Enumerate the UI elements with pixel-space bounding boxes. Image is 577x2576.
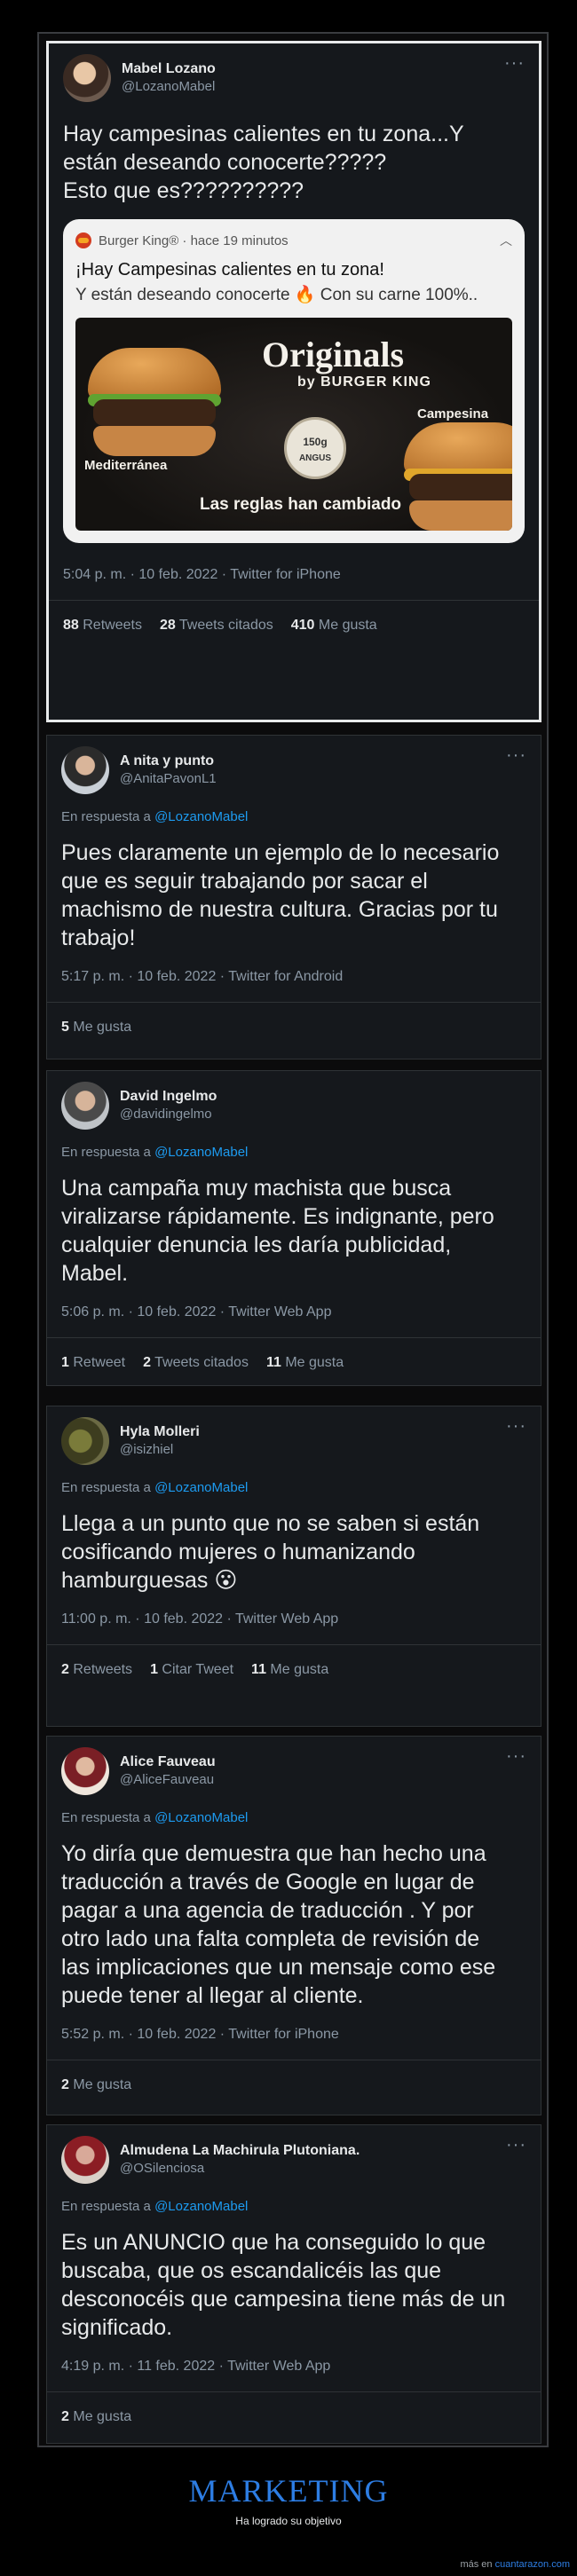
burger-right-image xyxy=(404,422,512,531)
tweet-stats: 88 Retweets 28 Tweets citados 410 Me gus… xyxy=(63,617,525,634)
reply-to-link[interactable]: @LozanoMabel xyxy=(154,809,248,824)
stat-likes[interactable]: 5 Me gusta xyxy=(61,1019,131,1036)
author-name[interactable]: David Ingelmo xyxy=(120,1088,526,1106)
more-options-icon[interactable]: ··· xyxy=(504,54,525,72)
ad-label-left: Mediterránea xyxy=(84,458,168,473)
site-link[interactable]: cuantarazon.com xyxy=(495,2559,570,2570)
notification-card: Burger King® · hace 19 minutos ︿ ¡Hay Ca… xyxy=(63,219,525,543)
reply-context: En respuesta a @LozanoMabel xyxy=(61,809,249,824)
tweet-reply[interactable]: Hyla Molleri @isizhiel ··· En respuesta … xyxy=(46,1406,541,1727)
page-title: MARKETING xyxy=(188,2473,389,2509)
tweet-text: Llega a un punto que no se saben si está… xyxy=(61,1511,480,1593)
tweet-meta[interactable]: 5:52 p. m. · 10 feb. 2022 · Twitter for … xyxy=(61,2026,526,2044)
reply-context: En respuesta a @LozanoMabel xyxy=(61,1810,249,1825)
reply-to-link[interactable]: @LozanoMabel xyxy=(154,2199,248,2214)
tweet-meta[interactable]: 11:00 p. m. · 10 feb. 2022 · Twitter Web… xyxy=(61,1611,526,1628)
site-credit: más en cuantarazon.com xyxy=(460,2559,570,2570)
author-handle[interactable]: @OSilenciosa xyxy=(120,2160,506,2178)
stat-likes[interactable]: 11 Me gusta xyxy=(251,1661,328,1679)
stat-retweets[interactable]: 1 Retweet xyxy=(61,1354,125,1372)
tweet-reply[interactable]: Alice Fauveau @AliceFauveau ··· En respu… xyxy=(46,1736,541,2115)
stat-likes[interactable]: 410 Me gusta xyxy=(291,617,377,634)
divider xyxy=(49,600,539,601)
notification-title: ¡Hay Campesinas calientes en tu zona! xyxy=(75,260,384,280)
avatar[interactable] xyxy=(61,2136,109,2184)
avatar[interactable] xyxy=(61,1082,109,1130)
more-options-icon[interactable]: ··· xyxy=(506,1747,526,1765)
burger-left-image xyxy=(88,348,221,472)
ad-brand: by BURGER KING xyxy=(297,374,431,390)
tweet-main[interactable]: Mabel Lozano @LozanoMabel ··· Hay campes… xyxy=(46,41,541,722)
more-options-icon[interactable]: ··· xyxy=(506,2136,526,2154)
tweet-stats: 1 Retweet 2 Tweets citados 11 Me gusta xyxy=(61,1354,526,1372)
notification-text: Y están deseando conocerte 🔥 Con su carn… xyxy=(75,286,478,304)
stat-quotes[interactable]: 2 Tweets citados xyxy=(143,1354,249,1372)
page-subtitle: Ha logrado su objetivo xyxy=(235,2515,342,2527)
author-handle[interactable]: @isizhiel xyxy=(120,1441,506,1459)
author-name[interactable]: Hyla Molleri xyxy=(120,1423,506,1441)
author-handle[interactable]: @davidingelmo xyxy=(120,1106,526,1123)
author-handle[interactable]: @AliceFauveau xyxy=(120,1771,506,1789)
tweet-text: Una campaña muy machista que busca viral… xyxy=(61,1176,494,1286)
thread-container: Mabel Lozano @LozanoMabel ··· Hay campes… xyxy=(37,32,549,2447)
stat-likes[interactable]: 11 Me gusta xyxy=(266,1354,344,1372)
author-name[interactable]: Mabel Lozano xyxy=(122,60,504,78)
ad-label-right: Campesina xyxy=(417,406,489,421)
tweet-stats: 2 Me gusta xyxy=(61,2408,526,2426)
divider xyxy=(47,1337,541,1338)
tweet-meta[interactable]: 5:17 p. m. · 10 feb. 2022 · Twitter for … xyxy=(61,968,526,986)
tweet-meta[interactable]: 5:04 p. m. · 10 feb. 2022 · Twitter for … xyxy=(63,566,525,584)
avatar[interactable] xyxy=(63,54,111,102)
author-handle[interactable]: @AnitaPavonL1 xyxy=(120,770,506,788)
avatar[interactable] xyxy=(61,1747,109,1795)
reply-context: En respuesta a @LozanoMabel xyxy=(61,1480,249,1495)
tweet-meta[interactable]: 5:06 p. m. · 10 feb. 2022 · Twitter Web … xyxy=(61,1304,526,1321)
tweet-stats: 2 Retweets 1 Citar Tweet 11 Me gusta xyxy=(61,1661,526,1679)
author-handle[interactable]: @LozanoMabel xyxy=(122,78,504,96)
angus-badge: 150g ANGUS xyxy=(284,417,346,479)
stat-retweets[interactable]: 2 Retweets xyxy=(61,1661,132,1679)
divider xyxy=(47,1002,541,1003)
tweet-reply[interactable]: A nita y punto @AnitaPavonL1 ··· En resp… xyxy=(46,735,541,1060)
tweet-text: Yo diría que demuestra que han hecho una… xyxy=(61,1841,496,2008)
divider xyxy=(47,2391,541,2392)
tweet-text: Es un ANUNCIO que ha conseguido lo que b… xyxy=(61,2230,506,2340)
chevron-up-icon: ︿ xyxy=(500,233,512,248)
author-name[interactable]: Alice Fauveau xyxy=(120,1753,506,1771)
burger-king-logo-icon xyxy=(75,232,91,248)
tweet-stats: 5 Me gusta xyxy=(61,1019,526,1036)
reply-to-link[interactable]: @LozanoMabel xyxy=(154,1480,248,1495)
divider xyxy=(47,1644,541,1645)
reply-to-link[interactable]: @LozanoMabel xyxy=(154,1145,248,1160)
stat-retweets[interactable]: 88 Retweets xyxy=(63,617,142,634)
avatar[interactable] xyxy=(61,1417,109,1465)
more-options-icon[interactable]: ··· xyxy=(506,746,526,764)
more-options-icon[interactable]: ··· xyxy=(506,1417,526,1435)
author-name[interactable]: Almudena La Machirula Plutoniana. xyxy=(120,2142,506,2160)
ad-image: Originals by BURGER KING 150g ANGUS Medi… xyxy=(75,318,512,531)
stat-quotes[interactable]: 1 Citar Tweet xyxy=(150,1661,233,1679)
stat-likes[interactable]: 2 Me gusta xyxy=(61,2408,131,2426)
reply-context: En respuesta a @LozanoMabel xyxy=(61,1145,249,1160)
tweet-text: Pues claramente un ejemplo de lo necesar… xyxy=(61,840,500,950)
author-name[interactable]: A nita y punto xyxy=(120,752,506,770)
stat-likes[interactable]: 2 Me gusta xyxy=(61,2076,131,2094)
reply-to-link[interactable]: @LozanoMabel xyxy=(154,1810,248,1825)
ad-title: Originals xyxy=(262,335,405,374)
ad-slogan: Las reglas han cambiado xyxy=(200,495,402,514)
tweet-meta[interactable]: 4:19 p. m. · 11 feb. 2022 · Twitter Web … xyxy=(61,2358,526,2375)
reply-context: En respuesta a @LozanoMabel xyxy=(61,2199,249,2214)
tweet-text: Hay campesinas calientes en tu zona...Y … xyxy=(63,122,464,203)
avatar[interactable] xyxy=(61,746,109,794)
tweet-stats: 2 Me gusta xyxy=(61,2076,526,2094)
stat-quotes[interactable]: 28 Tweets citados xyxy=(160,617,273,634)
tweet-reply[interactable]: David Ingelmo @davidingelmo En respuesta… xyxy=(46,1070,541,1386)
tweet-reply[interactable]: Almudena La Machirula Plutoniana. @OSile… xyxy=(46,2124,541,2444)
notification-app: Burger King® · hace 19 minutos xyxy=(99,232,288,248)
